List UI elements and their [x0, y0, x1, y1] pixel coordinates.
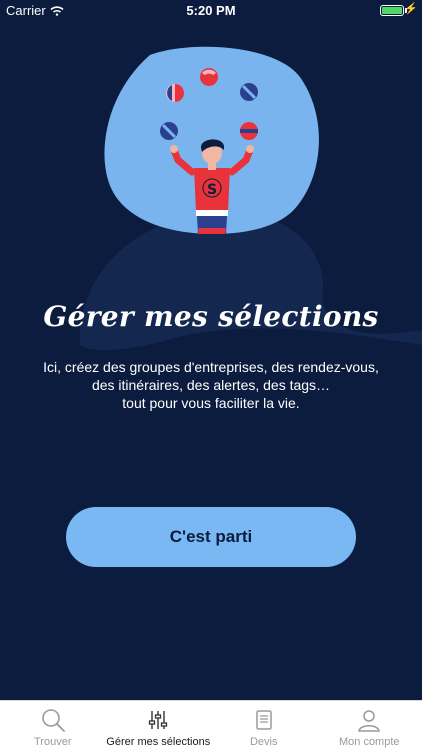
tab-label: Trouver: [34, 736, 72, 748]
description-line: tout pour vous faciliter la vie.: [122, 395, 300, 411]
onboarding-screen: S Carrier 5:20 PM ⚡ Gérer mes sélections…: [0, 0, 422, 750]
status-time: 5:20 PM: [186, 3, 236, 18]
description-line: Ici, créez des groupes d'entreprises, de…: [43, 359, 379, 375]
tab-bar: Trouver Gérer mes sélections Devis Mon c…: [0, 700, 422, 750]
tab-devis[interactable]: Devis: [211, 701, 317, 750]
tab-label: Devis: [249, 736, 278, 748]
user-icon: [356, 707, 382, 733]
description-line: des itinéraires, des alertes, des tags…: [91, 377, 331, 393]
tab-trouver[interactable]: Trouver: [0, 701, 106, 750]
document-icon: [251, 707, 277, 733]
onboarding-description: Ici, créez des groupes d'entreprises, de…: [20, 358, 402, 412]
tab-gerer-mes-selections[interactable]: Gérer mes sélections: [106, 701, 212, 750]
charging-icon: ⚡: [404, 3, 418, 15]
page-title: Gérer mes sélections: [43, 300, 379, 333]
background-illustration: S: [0, 46, 422, 700]
battery-icon: [380, 5, 404, 16]
emblem-letter: S: [207, 182, 217, 198]
tab-label: Mon compte: [338, 736, 400, 748]
tab-mon-compte[interactable]: Mon compte: [317, 701, 422, 750]
sliders-icon: [145, 707, 171, 733]
search-icon: [40, 707, 66, 733]
start-button[interactable]: C'est parti: [66, 507, 356, 567]
status-bar: Carrier 5:20 PM ⚡: [0, 0, 422, 22]
tab-label: Gérer mes sélections: [106, 736, 211, 748]
